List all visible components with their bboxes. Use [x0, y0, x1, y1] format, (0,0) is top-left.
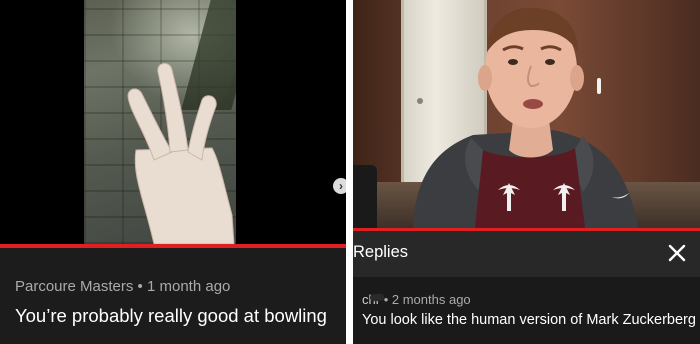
meta-separator: •: [137, 278, 143, 295]
meta-separator: •: [383, 292, 389, 307]
reply-time: 2 months ago: [391, 292, 471, 307]
reply-author-redacted[interactable]: chr: [362, 292, 380, 307]
comment-meta: Parcoure Masters • 1 month ago: [15, 278, 230, 295]
close-icon[interactable]: [664, 240, 690, 266]
video-player[interactable]: ›: [0, 0, 346, 244]
replies-title: Replies: [353, 243, 409, 261]
video-player[interactable]: [353, 0, 700, 228]
left-screenshot: › Parcoure Masters • 1 month ago You’re …: [0, 0, 346, 344]
person-image: [413, 7, 638, 228]
reply-meta: chr • 2 months ago: [362, 292, 471, 307]
comment-time: 1 month ago: [146, 278, 231, 295]
next-arrow-button[interactable]: ›: [333, 178, 346, 194]
comment: Parcoure Masters • 1 month ago You’re pr…: [0, 248, 346, 344]
reply: chr • 2 months ago You look like the hum…: [353, 277, 700, 344]
comment-text: You’re probably really good at bowling: [15, 305, 327, 326]
hand-image: [127, 63, 235, 244]
right-screenshot: Replies chr • 2 months ago You look like…: [353, 0, 700, 344]
video-frame: [84, 0, 236, 244]
reply-text: You look like the human version of Mark …: [362, 312, 696, 328]
replies-header: Replies: [353, 231, 700, 277]
comment-author[interactable]: Parcoure Masters: [15, 278, 133, 295]
